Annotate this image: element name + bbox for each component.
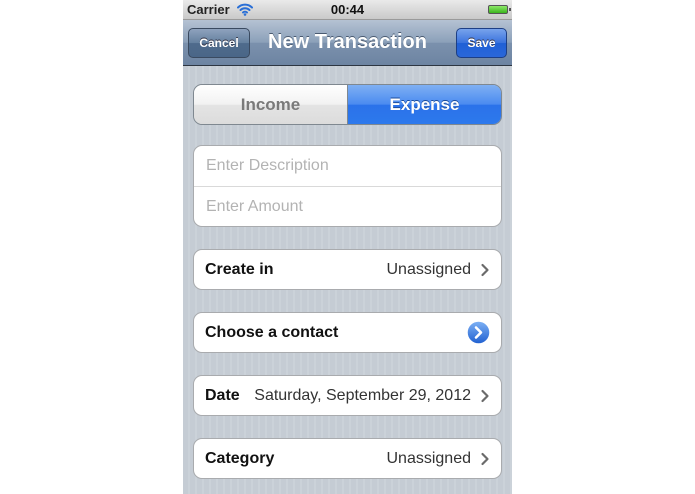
create-in-group: Create in Unassigned xyxy=(193,249,502,290)
chevron-right-icon xyxy=(481,452,489,466)
amount-input[interactable] xyxy=(194,187,501,226)
expense-segment[interactable]: Expense xyxy=(348,85,501,124)
chevron-right-icon xyxy=(481,263,489,277)
date-value: Saturday, September 29, 2012 xyxy=(254,387,471,404)
create-in-row[interactable]: Create in Unassigned xyxy=(194,250,501,289)
category-label: Category xyxy=(205,450,275,467)
navigation-bar: Cancel New Transaction Save xyxy=(183,20,512,66)
category-row[interactable]: Category Unassigned xyxy=(194,439,501,478)
choose-contact-row[interactable]: Choose a contact xyxy=(194,313,501,352)
battery-icon xyxy=(488,5,511,14)
create-in-value: Unassigned xyxy=(386,261,472,278)
date-group: Date Saturday, September 29, 2012 xyxy=(193,375,502,416)
contact-group: Choose a contact xyxy=(193,312,502,353)
description-input[interactable] xyxy=(194,146,501,186)
create-in-label: Create in xyxy=(205,261,274,278)
save-button[interactable]: Save xyxy=(456,28,507,58)
category-group: Category Unassigned xyxy=(193,438,502,479)
income-segment[interactable]: Income xyxy=(194,85,348,124)
transaction-type-segmented-control: Income Expense xyxy=(193,84,502,125)
clock: 00:44 xyxy=(330,2,365,17)
chevron-right-icon xyxy=(481,389,489,403)
detail-disclosure-icon[interactable] xyxy=(466,320,491,345)
status-bar: Carrier 00:44 xyxy=(183,0,512,20)
date-label: Date xyxy=(205,387,240,404)
choose-contact-label: Choose a contact xyxy=(205,324,339,341)
text-input-group xyxy=(193,145,502,227)
device-screen: Carrier 00:44 Cancel New Transaction Sav… xyxy=(183,0,512,494)
date-row[interactable]: Date Saturday, September 29, 2012 xyxy=(194,376,501,415)
category-value: Unassigned xyxy=(386,450,472,467)
